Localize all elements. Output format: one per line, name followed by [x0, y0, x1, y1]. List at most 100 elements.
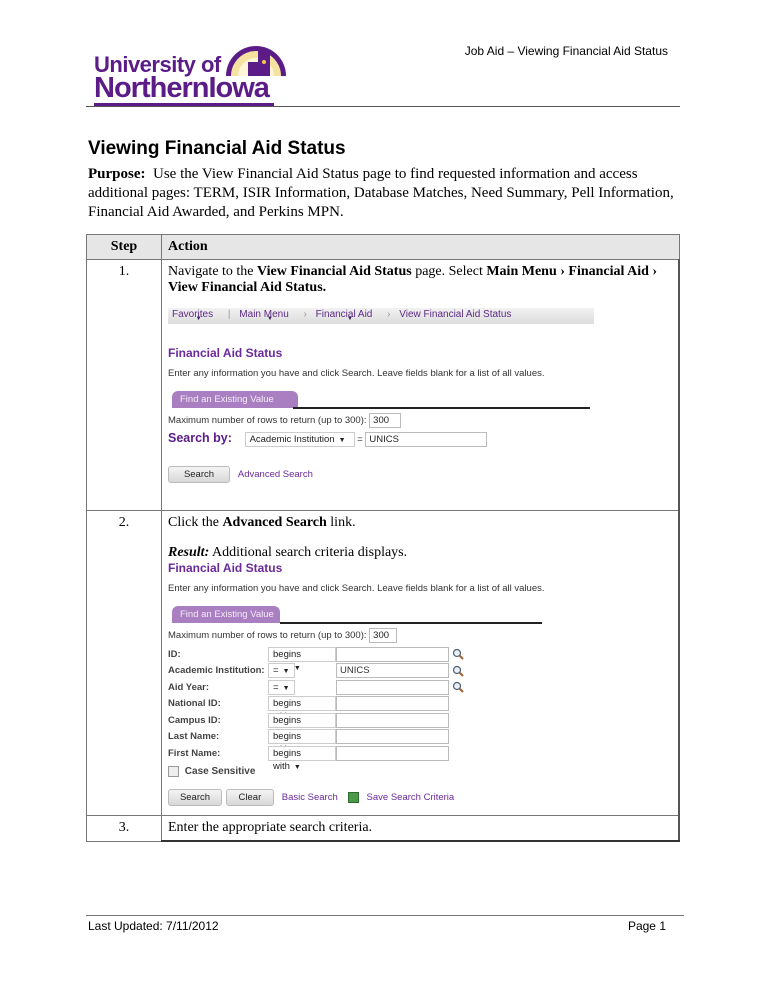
- ps-instructions: Enter any information you have and click…: [168, 583, 545, 594]
- step-2-text: Click the Advanced Search link.: [168, 515, 672, 531]
- field-value-input[interactable]: [336, 646, 449, 662]
- field-row: First Name: begins with ▼: [168, 745, 672, 772]
- selected-value: =: [273, 665, 279, 677]
- operator-select[interactable]: begins with▼: [268, 696, 336, 722]
- operator-select[interactable]: begins with▼: [268, 745, 336, 772]
- max-rows-input[interactable]: 300: [369, 628, 398, 643]
- field-operator-cell: begins with▼: [268, 696, 336, 722]
- purpose-text: Use the View Financial Aid Status page t…: [88, 166, 674, 220]
- steps-table: Step Action 1. Navigate to the View Fina…: [86, 234, 680, 842]
- field-operator-cell: begins with▼: [268, 729, 336, 755]
- breadcrumb-view-financial-aid-status[interactable]: View Financial Aid Status: [399, 309, 511, 320]
- field-operator-cell: = ▼: [268, 663, 336, 679]
- chevron-right-icon: ›: [303, 309, 307, 320]
- screenshot-basic-search: Favorites ▼ | Main Menu ▼ › Financial Aid ▼…: [168, 308, 672, 483]
- field-value-input[interactable]: [336, 679, 449, 695]
- field-value-input[interactable]: [336, 712, 449, 728]
- tab-find-existing-value[interactable]: Find an Existing Value: [172, 391, 298, 408]
- field-label: Last Name:: [168, 731, 220, 743]
- screenshot-advanced-search: Financial Aid Status Enter any informati…: [168, 561, 672, 807]
- label: Favorites: [172, 309, 214, 320]
- operator-select[interactable]: = ▼: [268, 663, 295, 679]
- field-operator-cell: begins with▼: [268, 712, 336, 739]
- caret-down-icon: ▼: [267, 316, 273, 322]
- field-value-input[interactable]: [336, 729, 449, 745]
- step-2-result: Result: Additional search criteria displ…: [168, 545, 672, 561]
- university-logo: University of NorthernIowa: [94, 42, 304, 106]
- tab-row: Find an Existing Value: [168, 606, 542, 624]
- table-header-row: Step Action: [86, 234, 680, 260]
- save-search-criteria-link[interactable]: Save Search Criteria: [367, 792, 455, 803]
- caret-down-icon: ▼: [347, 316, 353, 322]
- search-by-select[interactable]: Academic Institution ▼: [244, 431, 355, 447]
- tab-row: Find an Existing Value: [168, 391, 590, 409]
- field-row: Campus ID: begins with▼: [168, 712, 672, 739]
- ps-instructions: Enter any information you have and click…: [168, 368, 545, 379]
- field-value-input[interactable]: [336, 745, 449, 761]
- lookup-magnifier-icon[interactable]: [452, 665, 464, 677]
- header-step: Step: [86, 234, 162, 260]
- search-by-label: Search by:: [168, 431, 232, 445]
- step-1-text: Navigate to the View Financial Aid Statu…: [168, 264, 672, 296]
- footer-divider: [86, 915, 684, 916]
- step-action: Navigate to the View Financial Aid Statu…: [161, 259, 680, 511]
- field-label: Academic Institution:: [168, 665, 265, 677]
- max-rows-input[interactable]: 300: [369, 413, 402, 428]
- chevron-right-icon: ›: [387, 309, 391, 320]
- operator-select[interactable]: begins with▼: [268, 712, 336, 739]
- table-row: 2. Click the Advanced Search link. Resul…: [86, 510, 680, 816]
- last-updated: Last Updated: 7/11/2012: [88, 919, 219, 933]
- operator-select[interactable]: begins with▼: [268, 729, 336, 755]
- lookup-magnifier-icon[interactable]: [452, 648, 464, 660]
- search-by-row: Search by: Academic Institution ▼ = UNICS: [168, 431, 672, 447]
- breadcrumb-main-menu[interactable]: Main Menu ▼: [239, 309, 294, 322]
- step-number: 3.: [86, 815, 162, 842]
- field-operator-cell: begins with▼: [268, 745, 336, 772]
- ps-page-title: Financial Aid Status: [168, 561, 283, 575]
- search-value-input[interactable]: UNICS: [365, 431, 488, 447]
- field-label: First Name:: [168, 747, 221, 759]
- field-label: National ID:: [168, 698, 221, 710]
- breadcrumb-favorites[interactable]: Favorites ▼: [172, 309, 219, 322]
- page-number: Page 1: [627, 919, 666, 933]
- lookup-magnifier-icon[interactable]: [452, 681, 464, 693]
- search-button[interactable]: Search: [168, 789, 222, 807]
- text: Navigate to the: [168, 264, 258, 279]
- search-button[interactable]: Search: [168, 465, 230, 483]
- bold-text: Advanced Search: [222, 515, 327, 530]
- bold-text: View Financial Aid Status: [257, 264, 412, 279]
- field-operator-cell: begins with▼: [268, 646, 336, 673]
- clear-button[interactable]: Clear: [225, 789, 274, 807]
- field-label: Campus ID:: [168, 714, 221, 726]
- logo-text-line2: NorthernIowa: [94, 72, 270, 104]
- basic-search-link[interactable]: Basic Search: [282, 792, 338, 803]
- table-row: 1. Navigate to the View Financial Aid St…: [86, 259, 680, 511]
- table-row: 3. Enter the appropriate search criteria…: [86, 815, 680, 842]
- text: link.: [326, 515, 356, 530]
- case-sensitive-row: Case Sensitive: [168, 765, 672, 777]
- breadcrumb-financial-aid[interactable]: Financial Aid ▼: [316, 309, 379, 322]
- tab-underline: [293, 407, 590, 409]
- operator-select[interactable]: = ▼: [268, 679, 295, 695]
- document-title: Viewing Financial Aid Status: [88, 138, 346, 159]
- button-row: Search Clear Basic Search Save Search Cr…: [168, 789, 672, 807]
- caret-down-icon: ▼: [195, 316, 202, 322]
- max-rows-label: Maximum number of rows to return (up to …: [168, 415, 367, 427]
- dropdown-arrow-icon: ▼: [293, 763, 301, 771]
- header-divider: [86, 106, 680, 107]
- max-rows-row: Maximum number of rows to return (up to …: [168, 413, 672, 428]
- field-row: Aid Year: = ▼: [168, 679, 672, 696]
- save-icon[interactable]: [347, 792, 359, 804]
- max-rows-row: Maximum number of rows to return (up to …: [168, 628, 672, 643]
- tab-find-existing-value[interactable]: Find an Existing Value: [172, 606, 280, 623]
- result-label: Result:: [168, 545, 210, 560]
- operator-select[interactable]: begins with▼: [268, 646, 336, 673]
- breadcrumb: Favorites ▼ | Main Menu ▼ › Financial Aid ▼…: [168, 308, 594, 324]
- selected-value: =: [273, 681, 279, 693]
- advanced-search-link[interactable]: Advanced Search: [238, 469, 313, 480]
- field-value-input[interactable]: UNICS: [336, 663, 449, 679]
- case-sensitive-checkbox[interactable]: [168, 765, 179, 777]
- field-value-input[interactable]: [336, 696, 449, 712]
- case-sensitive-label: Case Sensitive: [184, 765, 256, 777]
- dropdown-arrow-icon: ▼: [282, 668, 290, 676]
